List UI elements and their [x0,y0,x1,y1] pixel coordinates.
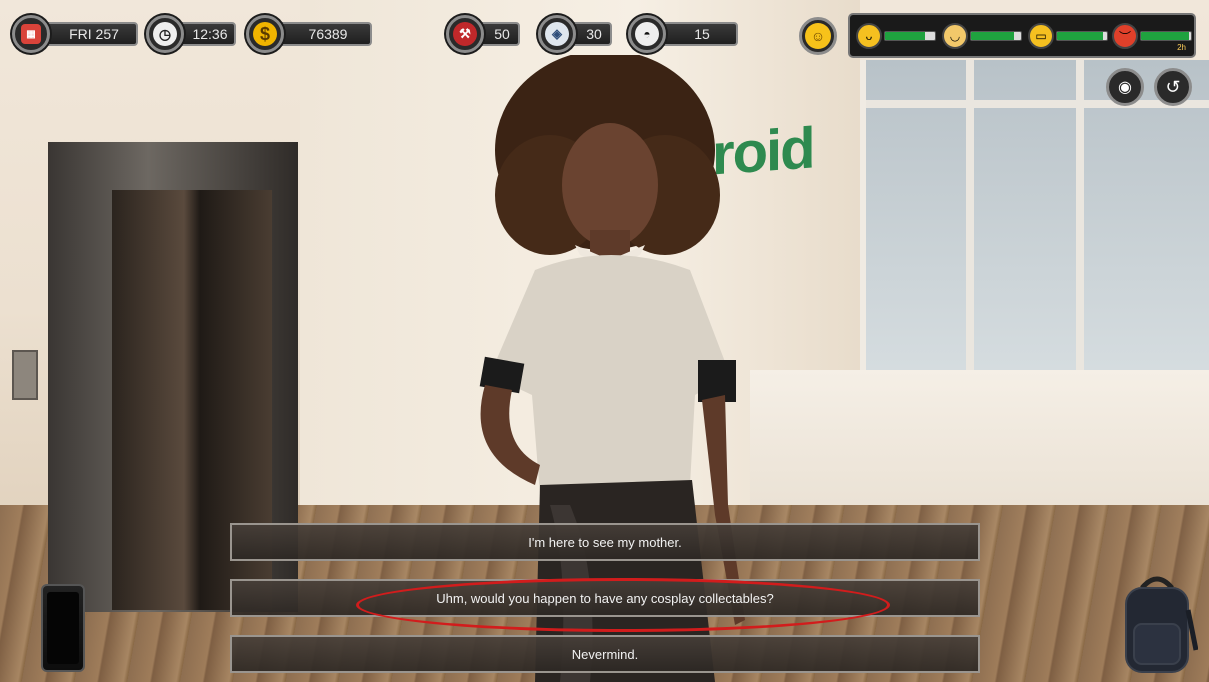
stat-strength: ⚒ 50 [446,15,520,53]
history-icon: ↺ [1165,76,1181,97]
choice-label: Uhm, would you happen to have any cospla… [436,590,774,606]
sick-face-icon: ▭ [1028,23,1054,49]
day-label: FRI 257 [42,22,138,46]
angry-face-icon: ︶ [1112,23,1138,49]
book-icon: ◈ [538,15,576,53]
stat-intelligence: ◈ 30 [538,15,612,53]
dialogue-choice-cosplay[interactable]: Uhm, would you happen to have any cospla… [230,579,980,617]
money-label: 76389 [276,22,372,46]
timer-badge: 2h [1177,43,1186,52]
calendar-icon: ▦ [12,15,50,53]
view-toggle-button[interactable]: ◉ [1106,68,1144,106]
health-bar-fill [1057,32,1103,40]
stat-charisma-value: 15 [658,22,738,46]
energy-bar-fill [885,32,925,40]
day-counter: ▦ FRI 257 [12,15,138,53]
time-label: 12:36 [176,22,236,46]
need-energy: ᴗ [856,22,936,50]
hungry-face-icon: ◡ [942,23,968,49]
stat-charisma: ◓ 15 [628,15,738,53]
dumbbell-icon: ⚒ [446,15,484,53]
need-hunger: ◡ [942,22,1022,50]
sleepy-face-icon: ᴗ [856,23,882,49]
choice-label: Nevermind. [571,646,639,662]
dialogue-choice-nevermind[interactable]: Nevermind. [230,635,980,673]
history-button[interactable]: ↺ [1154,68,1192,106]
happy-face-icon: ☺ [805,23,831,49]
clock-display: ◷ 12:36 [146,15,236,53]
dialogue-choice-mother[interactable]: I'm here to see my mother. [230,523,980,561]
choice-label: I'm here to see my mother. [528,534,682,550]
dollar-icon: $ [246,15,284,53]
money-display: $ 76389 [246,15,372,53]
eye-icon: ◉ [1118,79,1132,96]
clock-icon: ◷ [146,15,184,53]
mood-happy-button[interactable]: ☺ [799,17,837,55]
hunger-bar-fill [971,32,1014,40]
needs-panel: ᴗ ◡ ▭ ︶ 2h [848,13,1196,58]
phone-button[interactable] [41,584,85,672]
elevator-button-panel [12,350,38,400]
office-window [860,60,1209,380]
phone-icon [47,592,79,664]
need-health: ▭ [1028,22,1108,50]
mood-bar-fill [1141,32,1189,40]
backpack-button[interactable] [1116,570,1198,674]
sunglasses-icon: ◓ [628,15,666,53]
